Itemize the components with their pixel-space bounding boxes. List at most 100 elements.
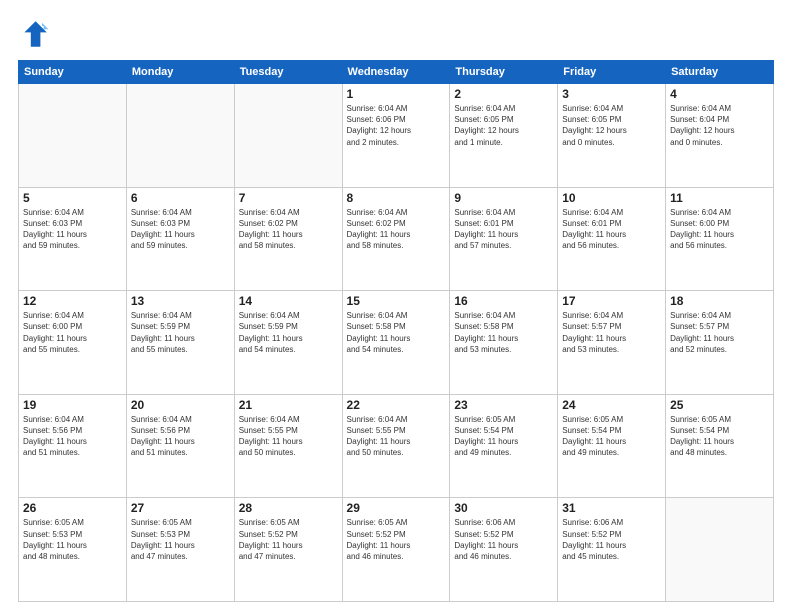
day-info: Sunrise: 6:05 AM Sunset: 5:53 PM Dayligh… xyxy=(23,517,122,562)
day-info: Sunrise: 6:05 AM Sunset: 5:52 PM Dayligh… xyxy=(239,517,338,562)
day-cell: 13 Sunrise: 6:04 AM Sunset: 5:59 PM Dayli… xyxy=(126,291,234,395)
day-cell xyxy=(666,498,774,602)
day-cell: 15 Sunrise: 6:04 AM Sunset: 5:58 PM Dayli… xyxy=(342,291,450,395)
day-cell: 3Sunrise: 6:04 AM Sunset: 6:05 PM Daylig… xyxy=(558,84,666,188)
day-info: Sunrise: 6:06 AM Sunset: 5:52 PM Dayligh… xyxy=(454,517,553,562)
day-info: Sunrise: 6:04 AM Sunset: 6:04 PM Dayligh… xyxy=(670,103,769,148)
calendar-header-row: SundayMondayTuesdayWednesdayThursdayFrid… xyxy=(19,61,774,84)
day-number: 2 xyxy=(454,87,553,101)
day-info: Sunrise: 6:04 AM Sunset: 5:56 PM Dayligh… xyxy=(23,414,122,459)
day-cell: 24Sunrise: 6:05 AM Sunset: 5:54 PM Dayli… xyxy=(558,394,666,498)
day-number: 11 xyxy=(670,191,769,205)
day-number: 15 xyxy=(347,294,446,308)
day-number: 12 xyxy=(23,294,122,308)
day-cell: 9 Sunrise: 6:04 AM Sunset: 6:01 PM Daylig… xyxy=(450,187,558,291)
day-number: 27 xyxy=(131,501,230,515)
day-info: Sunrise: 6:04 AM Sunset: 5:59 PM Dayligh… xyxy=(239,310,338,355)
col-header-tuesday: Tuesday xyxy=(234,61,342,84)
day-info: Sunrise: 6:04 AM Sunset: 5:59 PM Dayligh… xyxy=(131,310,230,355)
week-row-3: 12 Sunrise: 6:04 AM Sunset: 6:00 PM Dayli… xyxy=(19,291,774,395)
day-info: Sunrise: 6:04 AM Sunset: 6:01 PM Dayligh… xyxy=(562,207,661,252)
day-info: Sunrise: 6:04 AM Sunset: 5:57 PM Dayligh… xyxy=(562,310,661,355)
week-row-5: 26 Sunrise: 6:05 AM Sunset: 5:53 PM Dayli… xyxy=(19,498,774,602)
day-info: Sunrise: 6:04 AM Sunset: 5:56 PM Dayligh… xyxy=(131,414,230,459)
day-cell: 11 Sunrise: 6:04 AM Sunset: 6:00 PM Dayli… xyxy=(666,187,774,291)
day-info: Sunrise: 6:04 AM Sunset: 6:06 PM Dayligh… xyxy=(347,103,446,148)
week-row-1: 1 Sunrise: 6:04 AM Sunset: 6:06 PM Daylig… xyxy=(19,84,774,188)
day-info: Sunrise: 6:04 AM Sunset: 6:00 PM Dayligh… xyxy=(670,207,769,252)
day-cell: 18 Sunrise: 6:04 AM Sunset: 5:57 PM Dayli… xyxy=(666,291,774,395)
logo-icon xyxy=(18,18,50,50)
col-header-thursday: Thursday xyxy=(450,61,558,84)
header xyxy=(18,18,774,50)
week-row-4: 19 Sunrise: 6:04 AM Sunset: 5:56 PM Dayli… xyxy=(19,394,774,498)
col-header-sunday: Sunday xyxy=(19,61,127,84)
day-cell: 31 Sunrise: 6:06 AM Sunset: 5:52 PM Dayli… xyxy=(558,498,666,602)
day-info: Sunrise: 6:04 AM Sunset: 6:05 PM Dayligh… xyxy=(454,103,553,148)
week-row-2: 5Sunrise: 6:04 AM Sunset: 6:03 PM Daylig… xyxy=(19,187,774,291)
day-number: 10 xyxy=(562,191,661,205)
day-cell: 8 Sunrise: 6:04 AM Sunset: 6:02 PM Daylig… xyxy=(342,187,450,291)
day-info: Sunrise: 6:06 AM Sunset: 5:52 PM Dayligh… xyxy=(562,517,661,562)
day-info: Sunrise: 6:04 AM Sunset: 6:00 PM Dayligh… xyxy=(23,310,122,355)
day-number: 8 xyxy=(347,191,446,205)
day-number: 19 xyxy=(23,398,122,412)
day-info: Sunrise: 6:05 AM Sunset: 5:54 PM Dayligh… xyxy=(670,414,769,459)
day-number: 18 xyxy=(670,294,769,308)
day-info: Sunrise: 6:04 AM Sunset: 5:55 PM Dayligh… xyxy=(239,414,338,459)
day-number: 17 xyxy=(562,294,661,308)
day-cell xyxy=(126,84,234,188)
col-header-saturday: Saturday xyxy=(666,61,774,84)
day-cell: 30Sunrise: 6:06 AM Sunset: 5:52 PM Dayli… xyxy=(450,498,558,602)
day-info: Sunrise: 6:05 AM Sunset: 5:53 PM Dayligh… xyxy=(131,517,230,562)
day-cell: 16 Sunrise: 6:04 AM Sunset: 5:58 PM Dayli… xyxy=(450,291,558,395)
day-cell: 5Sunrise: 6:04 AM Sunset: 6:03 PM Daylig… xyxy=(19,187,127,291)
day-number: 3 xyxy=(562,87,661,101)
day-cell: 7 Sunrise: 6:04 AM Sunset: 6:02 PM Daylig… xyxy=(234,187,342,291)
day-number: 25 xyxy=(670,398,769,412)
day-info: Sunrise: 6:04 AM Sunset: 6:02 PM Dayligh… xyxy=(239,207,338,252)
day-number: 29 xyxy=(347,501,446,515)
col-header-friday: Friday xyxy=(558,61,666,84)
day-cell xyxy=(234,84,342,188)
day-cell: 25 Sunrise: 6:05 AM Sunset: 5:54 PM Dayli… xyxy=(666,394,774,498)
day-cell: 17 Sunrise: 6:04 AM Sunset: 5:57 PM Dayli… xyxy=(558,291,666,395)
day-cell: 20 Sunrise: 6:04 AM Sunset: 5:56 PM Dayli… xyxy=(126,394,234,498)
day-info: Sunrise: 6:04 AM Sunset: 6:02 PM Dayligh… xyxy=(347,207,446,252)
logo xyxy=(18,18,54,50)
day-info: Sunrise: 6:04 AM Sunset: 6:03 PM Dayligh… xyxy=(131,207,230,252)
day-number: 7 xyxy=(239,191,338,205)
day-number: 28 xyxy=(239,501,338,515)
day-cell xyxy=(19,84,127,188)
day-cell: 19 Sunrise: 6:04 AM Sunset: 5:56 PM Dayli… xyxy=(19,394,127,498)
day-info: Sunrise: 6:05 AM Sunset: 5:54 PM Dayligh… xyxy=(454,414,553,459)
day-number: 1 xyxy=(347,87,446,101)
day-number: 20 xyxy=(131,398,230,412)
day-cell: 29Sunrise: 6:05 AM Sunset: 5:52 PM Dayli… xyxy=(342,498,450,602)
day-number: 13 xyxy=(131,294,230,308)
day-number: 31 xyxy=(562,501,661,515)
day-number: 23 xyxy=(454,398,553,412)
day-cell: 14Sunrise: 6:04 AM Sunset: 5:59 PM Dayli… xyxy=(234,291,342,395)
day-cell: 1 Sunrise: 6:04 AM Sunset: 6:06 PM Daylig… xyxy=(342,84,450,188)
day-cell: 23 Sunrise: 6:05 AM Sunset: 5:54 PM Dayli… xyxy=(450,394,558,498)
day-info: Sunrise: 6:04 AM Sunset: 5:58 PM Dayligh… xyxy=(347,310,446,355)
day-info: Sunrise: 6:04 AM Sunset: 6:03 PM Dayligh… xyxy=(23,207,122,252)
day-number: 9 xyxy=(454,191,553,205)
day-number: 21 xyxy=(239,398,338,412)
day-info: Sunrise: 6:04 AM Sunset: 5:57 PM Dayligh… xyxy=(670,310,769,355)
day-number: 26 xyxy=(23,501,122,515)
day-cell: 22Sunrise: 6:04 AM Sunset: 5:55 PM Dayli… xyxy=(342,394,450,498)
day-number: 4 xyxy=(670,87,769,101)
day-cell: 4 Sunrise: 6:04 AM Sunset: 6:04 PM Daylig… xyxy=(666,84,774,188)
page: SundayMondayTuesdayWednesdayThursdayFrid… xyxy=(0,0,792,612)
day-number: 24 xyxy=(562,398,661,412)
calendar-table: SundayMondayTuesdayWednesdayThursdayFrid… xyxy=(18,60,774,602)
day-cell: 21 Sunrise: 6:04 AM Sunset: 5:55 PM Dayli… xyxy=(234,394,342,498)
day-number: 22 xyxy=(347,398,446,412)
day-info: Sunrise: 6:04 AM Sunset: 6:01 PM Dayligh… xyxy=(454,207,553,252)
day-number: 16 xyxy=(454,294,553,308)
day-info: Sunrise: 6:04 AM Sunset: 5:58 PM Dayligh… xyxy=(454,310,553,355)
day-cell: 2 Sunrise: 6:04 AM Sunset: 6:05 PM Daylig… xyxy=(450,84,558,188)
day-cell: 26 Sunrise: 6:05 AM Sunset: 5:53 PM Dayli… xyxy=(19,498,127,602)
